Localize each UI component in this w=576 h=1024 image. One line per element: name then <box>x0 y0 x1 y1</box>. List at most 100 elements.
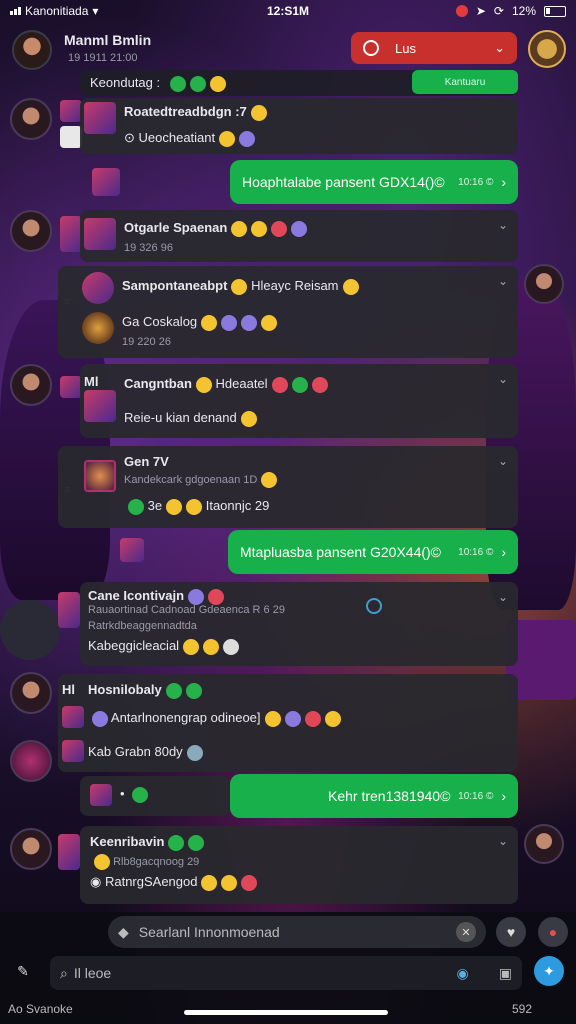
bg-headset <box>0 600 60 660</box>
avatar[interactable] <box>524 264 564 304</box>
chevron-down-icon: ⌄ <box>494 40 505 55</box>
chevron-down-icon[interactable]: ⌄ <box>498 372 508 386</box>
message-card[interactable]: Roatedtreadbdgn :7 ⊙ Ueocheatiant <box>80 98 518 154</box>
message-thumbnail <box>62 706 84 728</box>
avatar[interactable] <box>10 740 52 782</box>
chat-subtitle: 19 1911 21:00 <box>68 52 138 64</box>
search-input[interactable]: ⌕ Il leoe ◉ ▣ <box>50 956 522 990</box>
live-label: Lus <box>395 40 416 56</box>
message-line: Ga Coskalog <box>122 314 198 329</box>
wifi-icon: ▾ <box>92 4 99 18</box>
message-line: Kandekcark gdgoenaan 1D <box>124 473 258 486</box>
message-prefix: Ml <box>84 374 99 389</box>
message-name: Gen 7V <box>124 454 169 469</box>
avatar[interactable] <box>10 672 52 714</box>
message-card[interactable]: Ml Cangntban Hdeaatel Reie-u kian denand… <box>80 364 518 438</box>
message-thumbnail <box>84 218 116 250</box>
message-card[interactable]: Otgarle Spaenan 19 326 96 ⌄ <box>80 210 518 262</box>
message-time: 10:16 © <box>458 176 494 188</box>
sent-message-text: Kehr tren1381940© <box>328 788 451 804</box>
message-line: R 6 29 <box>252 604 285 616</box>
top-strip-label: Keondutag : <box>90 75 161 90</box>
message-line: Ueocheatiant <box>138 130 216 145</box>
message-name: Sampontaneabpt <box>122 278 228 293</box>
sent-message[interactable]: Kehr tren1381940© 10:16 © › <box>230 774 518 818</box>
carrier-name: Kanonitiada <box>25 4 89 18</box>
message-card[interactable]: Keenribavin Rlb8gacqnoog 29 ◉ RatnrgSAen… <box>80 826 518 904</box>
message-thumbnail <box>84 460 116 492</box>
hero-avatar[interactable] <box>528 30 566 68</box>
thumbnail <box>60 100 82 122</box>
message-card[interactable]: Hl Hosnilobaly Antarlnonengrap odineoe] … <box>58 674 518 772</box>
thumbnail <box>60 126 82 148</box>
message-thumbnail <box>62 740 84 762</box>
footer-counter: 592 <box>511 1002 532 1016</box>
battery-icon <box>544 5 566 17</box>
sent-message[interactable]: Mtapluasba pansent G20X44()© 10:16 © › <box>228 530 518 574</box>
image-icon[interactable]: ▣ <box>499 965 512 982</box>
chevron-down-icon[interactable]: ⌄ <box>498 218 508 232</box>
avatar[interactable] <box>10 98 52 140</box>
avatar[interactable] <box>10 364 52 406</box>
avatar[interactable] <box>10 210 52 252</box>
thumbnail <box>58 834 80 870</box>
live-icon <box>363 40 379 56</box>
message-card[interactable]: • <box>80 776 230 816</box>
search-icon: ⌕ <box>60 964 68 981</box>
message-name: Keenribavin <box>90 834 165 849</box>
message-thumbnail <box>84 102 116 134</box>
sticker-icon: ◆ <box>118 923 129 940</box>
message-line: Antarlnonengrap odineoe] <box>110 710 261 725</box>
message-card[interactable]: Sampontaneabpt Hleayc Reisam Ga Coskalog… <box>58 266 518 358</box>
message-thumbnail <box>82 272 114 304</box>
send-button[interactable]: ✦ <box>534 956 564 986</box>
avatar[interactable] <box>12 30 52 70</box>
shield-icon: ⊙ <box>124 130 139 145</box>
avatar[interactable] <box>524 824 564 864</box>
live-dropdown-button[interactable]: Lus ⌄ <box>351 32 517 64</box>
message-card[interactable]: Gen 7V Kandekcark gdgoenaan 1D 3e Itaonn… <box>58 446 518 528</box>
battery-percent: 12% <box>511 4 536 18</box>
message-thumbnail <box>84 390 116 422</box>
clear-icon[interactable]: ✕ <box>456 922 476 942</box>
game-icon[interactable]: ◉ <box>457 965 469 982</box>
top-green-badge[interactable]: Kantuaru <box>412 70 518 94</box>
sent-message[interactable]: Hoaphtalabe pansent GDX14()© 10:16 © › <box>230 160 518 204</box>
chevron-right-icon: › <box>501 788 506 804</box>
location-icon: ➤ <box>475 4 486 18</box>
attach-icon[interactable]: ✎ <box>8 956 38 986</box>
chevron-down-icon[interactable]: ⌄ <box>498 274 508 288</box>
message-date: 19 220 26 <box>122 336 171 348</box>
chevron-down-icon[interactable]: ⌄ <box>498 834 508 848</box>
message-line: Rlb8gacqnoog 29 <box>113 855 200 868</box>
message-name: Cangntban <box>124 376 192 391</box>
chevron-right-icon: › <box>501 544 506 560</box>
message-card[interactable]: Cane Icontivajn Rauaortinad Cadnoad Gdea… <box>80 582 518 666</box>
recording-icon <box>455 5 468 17</box>
heart-button[interactable]: ♥ <box>496 917 526 947</box>
message-input[interactable]: ◆ Searlanl Innonmoenad ✕ <box>108 916 486 948</box>
chat-title: Manml Bmlin <box>64 32 152 48</box>
voice-button[interactable]: ● <box>538 917 568 947</box>
thumbnail <box>58 592 80 628</box>
chat-header: Manml Bmlin 19 1911 21:00 Lus ⌄ <box>8 28 568 72</box>
message-line: Kabeggicleacial <box>88 638 180 653</box>
message-date: 19 326 96 <box>124 242 173 254</box>
message-line: Rauaortinad Cadnoad Gdeaenca <box>88 604 250 616</box>
message-name: Hosnilobaly <box>88 682 162 697</box>
status-time: 12:S1M <box>266 4 310 18</box>
message-extra: Hdeaatel <box>215 376 268 391</box>
message-name: Cane Icontivajn <box>88 588 185 603</box>
info-icon[interactable] <box>366 598 382 614</box>
message-line: Kab Grabn 80dy <box>88 744 183 759</box>
avatar[interactable] <box>10 828 52 870</box>
message-thumbnail <box>90 784 112 806</box>
message-time: 10:16 © <box>458 546 494 558</box>
home-indicator[interactable] <box>184 1010 388 1015</box>
sync-icon: ⟳ <box>493 4 504 18</box>
chevron-down-icon[interactable]: ⌄ <box>498 454 508 468</box>
chevron-right-icon: › <box>501 174 506 190</box>
message-line: Reie-u kian denand <box>124 410 237 425</box>
chevron-down-icon[interactable]: ⌄ <box>498 590 508 604</box>
message-line: RatnrgSAengod <box>104 874 198 889</box>
